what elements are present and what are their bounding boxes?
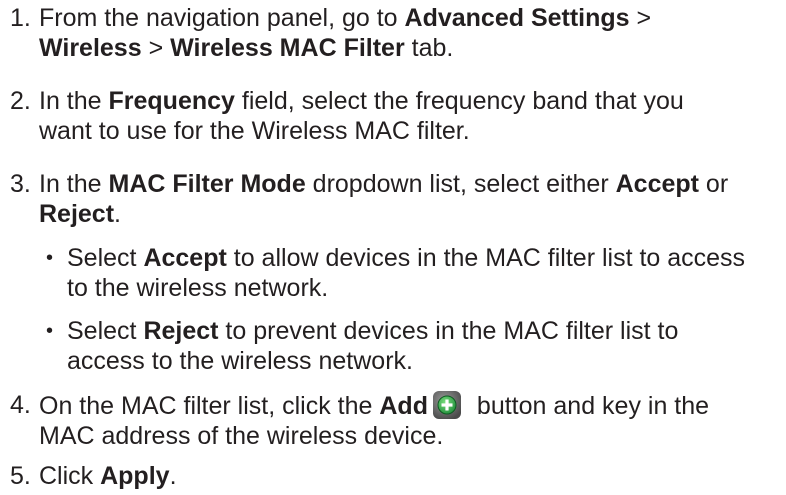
text: field, select the frequency band that yo… [234, 87, 684, 115]
step-text: From the navigation panel, go to Advance… [39, 3, 779, 63]
text: In the [39, 170, 109, 198]
step-line: Reject. [39, 199, 779, 229]
text: Select [67, 244, 144, 272]
bold-term: Wireless [39, 34, 142, 62]
text: or [698, 170, 729, 198]
text: . [114, 200, 121, 228]
step-text: In the MAC Filter Mode dropdown list, se… [39, 169, 779, 229]
bullet-dot: • [46, 247, 54, 269]
bold-term: MAC Filter Mode [108, 170, 306, 198]
text: Select [67, 317, 144, 345]
text: button and key in the [469, 392, 710, 420]
bullet-line: Select Reject to prevent devices in the … [67, 316, 782, 346]
step-number: 4. [10, 391, 31, 419]
bullet-line: to the wireless network. [67, 274, 329, 302]
step-line: want to use for the Wireless MAC filter. [39, 117, 470, 145]
bullet-text: Select Reject to prevent devices in the … [67, 316, 782, 376]
step-number: 3. [10, 170, 31, 198]
bold-term: Reject [39, 200, 115, 228]
bullet-line: access to the wireless network. [67, 347, 413, 375]
bold-term: Advanced Settings [404, 4, 630, 32]
step-text: On the MAC filter list, click the Add bu… [39, 390, 779, 451]
add-circle-icon [432, 390, 462, 420]
step-number: 5. [10, 462, 31, 490]
step-line: From the navigation panel, go to Advance… [39, 3, 779, 33]
step-line: On the MAC filter list, click the Add bu… [39, 390, 779, 421]
step-line: Wireless > Wireless MAC Filter tab. [39, 33, 779, 63]
step-line: In the MAC Filter Mode dropdown list, se… [39, 169, 779, 199]
text: > [141, 34, 171, 62]
step-number: 2. [10, 87, 31, 115]
bold-term: Wireless MAC Filter [170, 34, 405, 62]
bold-term: Frequency [108, 87, 235, 115]
bold-term: Reject [143, 317, 219, 345]
bold-term: Accept [615, 170, 699, 198]
text: . [169, 462, 177, 490]
text: On the MAC filter list, click the [39, 392, 380, 420]
text: to prevent devices in the MAC filter lis… [218, 317, 679, 345]
bold-term: Accept [143, 244, 227, 272]
bold-term: Apply [100, 462, 170, 490]
text: dropdown list, select either [305, 170, 616, 198]
text: to allow devices in the MAC filter list … [226, 244, 746, 272]
step-line: MAC address of the wireless device. [39, 422, 444, 450]
step-line: In the Frequency field, select the frequ… [39, 86, 779, 116]
bullet-text: Select Accept to allow devices in the MA… [67, 243, 782, 303]
bullet-dot: • [46, 320, 54, 342]
instruction-document: 1. From the navigation panel, go to Adva… [0, 0, 786, 495]
step-text: In the Frequency field, select the frequ… [39, 86, 779, 146]
text: > [629, 4, 652, 32]
bold-term: Add [379, 392, 428, 420]
text: In the [39, 87, 109, 115]
text: Click [39, 462, 101, 490]
step-text: Click Apply. [39, 461, 779, 491]
step-number: 1. [10, 4, 31, 32]
step-line: Click Apply. [39, 461, 779, 491]
bullet-line: Select Accept to allow devices in the MA… [67, 243, 782, 273]
text: tab. [404, 34, 454, 62]
text: From the navigation panel, go to [39, 4, 405, 32]
